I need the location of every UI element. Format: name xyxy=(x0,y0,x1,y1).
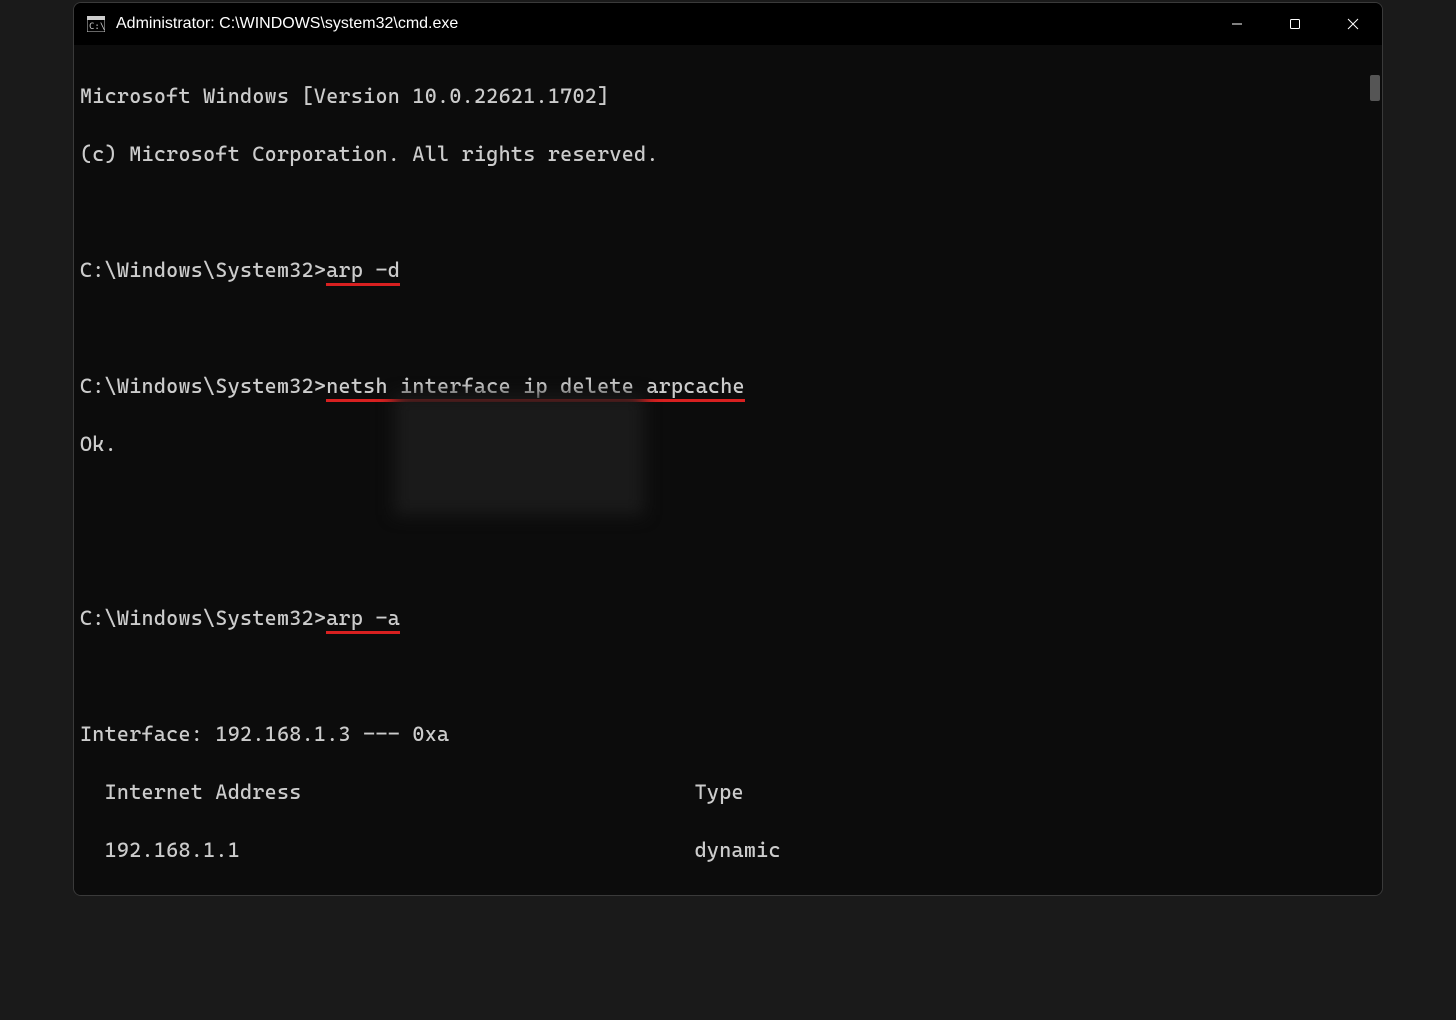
cmd-icon: C:\ xyxy=(86,14,106,34)
titlebar[interactable]: C:\ Administrator: C:\WINDOWS\system32\c… xyxy=(74,3,1382,45)
copyright-line: (c) Microsoft Corporation. All rights re… xyxy=(80,140,1372,169)
command-prompt-window: C:\ Administrator: C:\WINDOWS\system32\c… xyxy=(73,2,1383,896)
banner-line: Microsoft Windows [Version 10.0.22621.17… xyxy=(80,82,1372,111)
terminal-output[interactable]: Microsoft Windows [Version 10.0.22621.17… xyxy=(74,45,1382,895)
arp-ip: 192.168.1.1 xyxy=(105,836,405,865)
close-button[interactable] xyxy=(1324,3,1382,45)
scrollbar-thumb[interactable] xyxy=(1370,75,1380,101)
interface-line: Interface: 192.168.1.3 --- 0xa xyxy=(80,720,1372,749)
arp-row: 224.0.0.22 static xyxy=(80,894,1372,895)
header-internet-address: Internet Address xyxy=(105,778,405,807)
arp-header-row: Internet Address Type xyxy=(80,778,1372,807)
arp-ip: 224.0.0.22 xyxy=(105,894,405,895)
prompt: C:\Windows\System32> xyxy=(80,258,326,282)
window-title: Administrator: C:\WINDOWS\system32\cmd.e… xyxy=(116,15,1208,33)
arp-type: static xyxy=(695,894,769,895)
command-input: arp -d xyxy=(326,258,400,286)
minimize-button[interactable] xyxy=(1208,3,1266,45)
header-type: Type xyxy=(695,778,744,807)
svg-text:C:\: C:\ xyxy=(89,22,105,32)
scrollbar[interactable] xyxy=(1368,45,1382,895)
maximize-button[interactable] xyxy=(1266,3,1324,45)
output-line: Ok. xyxy=(80,430,1372,459)
arp-type: dynamic xyxy=(695,836,781,865)
window-controls xyxy=(1208,3,1382,45)
prompt: C:\Windows\System32> xyxy=(80,374,326,398)
redacted-region xyxy=(394,395,644,515)
command-input: arp -a xyxy=(326,606,400,634)
arp-row: 192.168.1.1 dynamic xyxy=(80,836,1372,865)
prompt: C:\Windows\System32> xyxy=(80,606,326,630)
